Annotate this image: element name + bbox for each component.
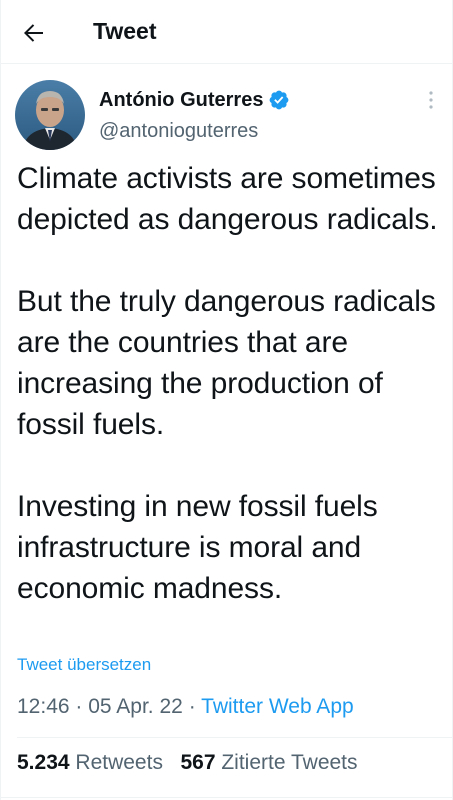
quote-tweets-label: Zitierte Tweets — [221, 751, 358, 774]
more-options-button[interactable] — [419, 88, 443, 112]
author-handle[interactable]: @antonioguterres — [99, 119, 258, 143]
tweet-stats: 5.234 Retweets 567 Zitierte Tweets — [17, 750, 358, 776]
retweets-stat[interactable]: 5.234 Retweets — [17, 751, 169, 774]
meta-separator: · — [75, 695, 83, 718]
avatar[interactable] — [15, 80, 85, 150]
tweet-paragraph: But the truly dangerous radicals are the… — [17, 285, 436, 441]
author-display-name[interactable]: António Guterres — [99, 88, 263, 112]
back-button[interactable] — [17, 16, 51, 50]
tweet-paragraph: Climate activists are sometimes depicted… — [17, 162, 438, 236]
retweets-label: Retweets — [75, 751, 163, 774]
tweet-source-link[interactable]: Twitter Web App — [201, 695, 354, 718]
verified-badge-icon — [270, 90, 289, 110]
page-title: Tweet — [93, 18, 157, 44]
meta-separator: · — [188, 695, 196, 718]
tweet-time[interactable]: 12:46 — [17, 695, 70, 718]
tweet-page: Tweet António Guterres @antonioguterres … — [0, 0, 453, 800]
tweet-text: Climate activists are sometimes depicted… — [17, 158, 442, 609]
more-vertical-icon — [429, 91, 433, 109]
avatar-image — [15, 80, 85, 150]
divider — [17, 737, 453, 738]
author-name-line: António Guterres — [99, 88, 290, 112]
divider — [1, 797, 453, 798]
arrow-left-icon — [24, 24, 43, 42]
tweet-meta: 12:46 · 05 Apr. 22 · Twitter Web App — [17, 694, 354, 720]
tweet-paragraph: Investing in new fossil fuels infrastruc… — [17, 490, 378, 605]
tweet-date[interactable]: 05 Apr. 22 — [88, 695, 183, 718]
translate-tweet-link[interactable]: Tweet übersetzen — [17, 654, 151, 676]
top-bar: Tweet — [1, 0, 453, 64]
quote-tweets-count: 567 — [180, 751, 216, 774]
retweets-count: 5.234 — [17, 751, 70, 774]
quote-tweets-stat[interactable]: 567 Zitierte Tweets — [180, 751, 357, 774]
